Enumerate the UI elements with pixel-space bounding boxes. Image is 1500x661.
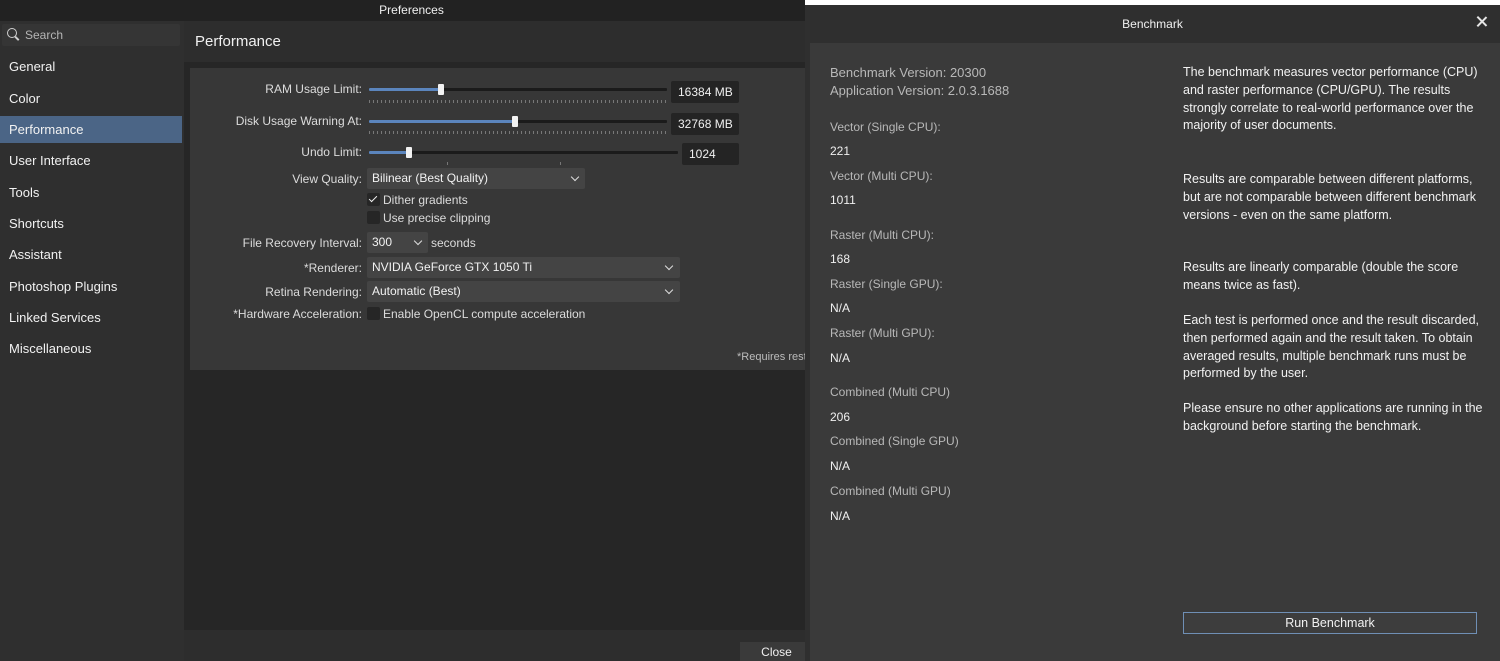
opencl-label: Enable OpenCL compute acceleration [383, 307, 586, 321]
result-label: Vector (Single CPU): [830, 120, 941, 134]
disk-usage-value[interactable]: 32768 MB [671, 113, 739, 135]
result-value: N/A [830, 459, 851, 473]
sidebar-item-user-interface[interactable]: User Interface [0, 147, 182, 174]
run-benchmark-button[interactable]: Run Benchmark [1183, 612, 1477, 634]
renderer-value: NVIDIA GeForce GTX 1050 Ti [372, 260, 533, 274]
undo-limit-slider-fill [369, 151, 410, 154]
view-quality-select[interactable]: Bilinear (Best Quality) [367, 168, 585, 189]
description-paragraph: Please ensure no other applications are … [1183, 401, 1483, 433]
undo-limit-slider-thumb[interactable] [406, 147, 413, 158]
description-paragraph: Results are linearly comparable (double … [1183, 260, 1459, 292]
dither-gradients-checkbox[interactable] [367, 193, 380, 206]
result-label: Raster (Multi CPU): [830, 228, 935, 242]
close-icon[interactable] [1475, 15, 1489, 29]
sidebar-item-linked-services[interactable]: Linked Services [0, 304, 182, 331]
sidebar-item-color[interactable]: Color [0, 85, 182, 112]
chevron-down-icon [664, 261, 674, 271]
ram-usage-slider-fill [369, 88, 441, 91]
result-label: Combined (Multi GPU) [830, 484, 951, 498]
result-value: 206 [830, 410, 851, 424]
chevron-down-icon [664, 285, 674, 295]
result-value: 168 [830, 252, 851, 266]
sidebar-item-performance[interactable]: Performance [0, 116, 182, 143]
search-icon [7, 28, 21, 42]
preferences-title: Preferences [0, 0, 823, 21]
preferences-window: Preferences General Color Performance Us… [0, 0, 823, 661]
sidebar-item-photoshop-plugins[interactable]: Photoshop Plugins [0, 273, 182, 300]
view-quality-value: Bilinear (Best Quality) [372, 171, 489, 185]
result-label: Raster (Multi GPU): [830, 326, 935, 340]
file-recovery-value: 300 [372, 235, 393, 249]
disk-usage-label: Disk Usage Warning At: [235, 114, 362, 128]
result-value: 221 [830, 144, 851, 158]
requires-restart-note: *Requires rest [737, 351, 807, 363]
close-button[interactable]: Close [740, 642, 813, 661]
undo-limit-label: Undo Limit: [301, 145, 362, 159]
result-value: 1011 [830, 193, 856, 207]
sidebar: General Color Performance User Interface… [0, 21, 184, 661]
result-label: Combined (Single GPU) [830, 434, 959, 448]
ram-usage-label: RAM Usage Limit: [265, 82, 362, 96]
sidebar-item-shortcuts[interactable]: Shortcuts [0, 210, 182, 237]
benchmark-version: Benchmark Version: 20300 [830, 65, 987, 80]
disk-usage-slider[interactable] [369, 116, 667, 127]
undo-tick [560, 162, 561, 165]
precise-clipping-label: Use precise clipping [383, 211, 491, 225]
sidebar-item-miscellaneous[interactable]: Miscellaneous [0, 335, 182, 362]
description-paragraph: The benchmark measures vector performanc… [1183, 65, 1478, 133]
sidebar-item-tools[interactable]: Tools [0, 179, 182, 206]
result-value: N/A [830, 351, 851, 365]
benchmark-window: Benchmark Benchmark Version: 20300 Appli… [805, 0, 1500, 661]
undo-tick [447, 162, 448, 165]
ram-usage-value[interactable]: 16384 MB [671, 81, 739, 103]
result-label: Combined (Multi CPU) [830, 385, 951, 399]
file-recovery-select[interactable]: 300 [367, 232, 428, 253]
file-recovery-label: File Recovery Interval: [242, 236, 362, 250]
ram-usage-slider-thumb[interactable] [437, 84, 444, 95]
retina-rendering-label: Retina Rendering: [265, 285, 362, 299]
undo-limit-value[interactable]: 1024 [682, 143, 739, 165]
renderer-label: *Renderer: [303, 261, 362, 275]
description-paragraph: Each test is performed once and the resu… [1183, 313, 1479, 381]
result-label: Vector (Multi CPU): [830, 169, 933, 183]
view-quality-label: View Quality: [292, 172, 362, 186]
sidebar-item-assistant[interactable]: Assistant [0, 241, 182, 268]
hardware-acceleration-label: *Hardware Acceleration: [233, 307, 362, 321]
result-value: N/A [830, 301, 851, 315]
result-value: N/A [830, 509, 851, 523]
search-input[interactable] [25, 28, 165, 42]
file-recovery-unit: seconds [431, 236, 476, 250]
ram-usage-slider[interactable] [369, 84, 667, 95]
retina-rendering-value: Automatic (Best) [372, 284, 461, 298]
ram-usage-ticks [369, 100, 667, 103]
benchmark-title: Benchmark [805, 5, 1500, 43]
result-label: Raster (Single GPU): [830, 277, 943, 291]
disk-usage-slider-thumb[interactable] [512, 116, 519, 127]
renderer-select[interactable]: NVIDIA GeForce GTX 1050 Ti [367, 257, 680, 278]
chevron-down-icon [570, 172, 580, 182]
application-version: Application Version: 2.0.3.1688 [830, 83, 1010, 98]
benchmark-body: Benchmark Version: 20300 Application Ver… [810, 43, 1500, 661]
chevron-down-icon [413, 236, 423, 246]
sidebar-item-general[interactable]: General [0, 53, 182, 80]
opencl-checkbox[interactable] [367, 307, 380, 320]
page-title: Performance [195, 33, 281, 50]
dither-gradients-label: Dither gradients [383, 193, 468, 207]
precise-clipping-checkbox[interactable] [367, 211, 380, 224]
disk-usage-slider-fill [369, 120, 516, 123]
content-header: Performance [184, 21, 823, 62]
retina-rendering-select[interactable]: Automatic (Best) [367, 281, 680, 302]
disk-usage-ticks [369, 131, 667, 134]
undo-limit-slider[interactable] [369, 147, 678, 158]
description-paragraph: Results are comparable between different… [1183, 172, 1477, 222]
search-box[interactable] [2, 24, 180, 46]
